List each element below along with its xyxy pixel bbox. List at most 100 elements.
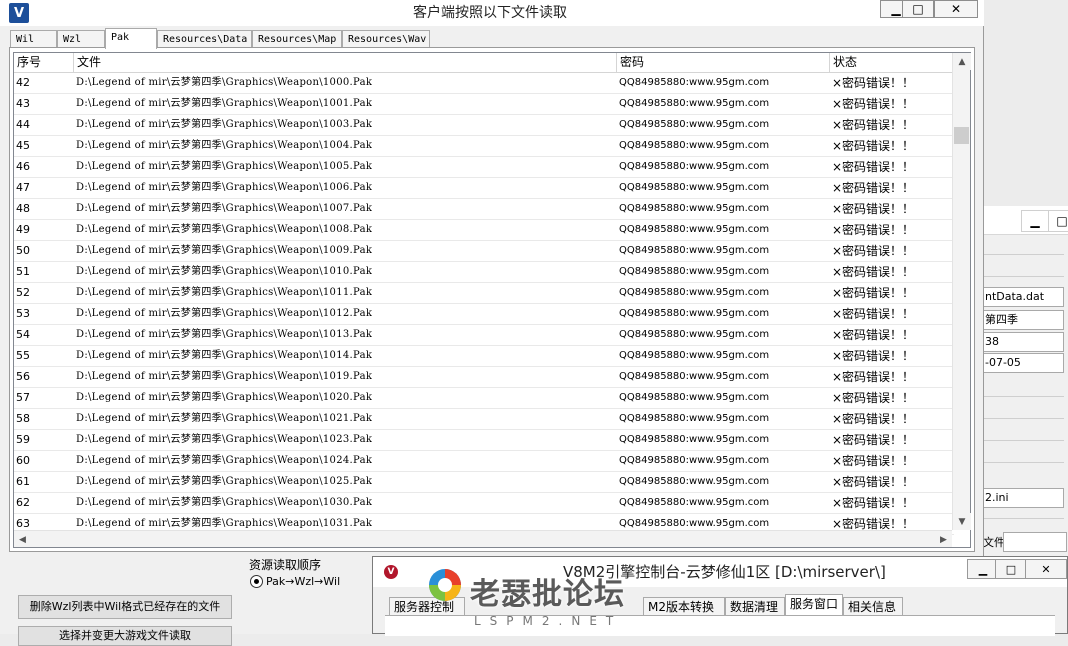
table-row[interactable]: 55 D:\Legend of mir\云梦第四季\Graphics\Weapon…	[14, 346, 954, 367]
table-row[interactable]: 59 D:\Legend of mir\云梦第四季\Graphics\Weapon…	[14, 430, 954, 451]
tab-resources-map[interactable]: Resources\Map	[252, 30, 342, 48]
title-bar: V 客户端按照以下文件读取 ▁ □ ✕	[0, 0, 984, 26]
row-file-path: D:\Legend of mir\云梦第四季\Graphics\Weapon\1…	[76, 182, 373, 193]
divider	[982, 254, 1064, 255]
table-row[interactable]: 58 D:\Legend of mir\云梦第四季\Graphics\Weapon…	[14, 409, 954, 430]
vertical-scrollbar[interactable]: ▲ ▼	[952, 53, 971, 530]
row-file-path: D:\Legend of mir\云梦第四季\Graphics\Weapon\1…	[76, 224, 373, 235]
background-window: ▁ □ ntData.dat 第四季 38 -07-05 2.ini 文件	[976, 206, 1068, 556]
tab-resources-wav[interactable]: Resources\Wav	[342, 30, 430, 48]
row-status: ×密码错误！！	[832, 139, 915, 153]
table-row[interactable]: 46 D:\Legend of mir\云梦第四季\Graphics\Weapon…	[14, 157, 954, 178]
row-index: 53	[16, 307, 30, 320]
background-maximize-button[interactable]: □	[1048, 210, 1068, 232]
row-password: QQ84985880:www.95gm.com	[619, 413, 770, 424]
row-status: ×密码错误！！	[832, 244, 915, 258]
row-file-path: D:\Legend of mir\云梦第四季\Graphics\Weapon\1…	[76, 497, 373, 508]
row-file-path: D:\Legend of mir\云梦第四季\Graphics\Weapon\1…	[76, 350, 373, 361]
table-row[interactable]: 45 D:\Legend of mir\云梦第四季\Graphics\Weapon…	[14, 136, 954, 157]
table-row[interactable]: 42 D:\Legend of mir\云梦第四季\Graphics\Weapon…	[14, 73, 954, 94]
row-file-path: D:\Legend of mir\云梦第四季\Graphics\Weapon\1…	[76, 98, 373, 109]
table-row[interactable]: 60 D:\Legend of mir\云梦第四季\Graphics\Weapon…	[14, 451, 954, 472]
column-header-index[interactable]: 序号	[14, 53, 74, 72]
background-file-label: 文件	[983, 536, 1005, 549]
row-password: QQ84985880:www.95gm.com	[619, 308, 770, 319]
background-field-file[interactable]: ntData.dat	[982, 287, 1064, 307]
background-field-ini[interactable]: 2.ini	[982, 488, 1064, 508]
row-file-path: D:\Legend of mir\云梦第四季\Graphics\Weapon\1…	[76, 266, 373, 277]
table-row[interactable]: 43 D:\Legend of mir\云梦第四季\Graphics\Weapon…	[14, 94, 954, 115]
table-row[interactable]: 52 D:\Legend of mir\云梦第四季\Graphics\Weapon…	[14, 283, 954, 304]
row-password: QQ84985880:www.95gm.com	[619, 161, 770, 172]
scroll-left-icon[interactable]: ◀	[14, 531, 31, 548]
row-file-path: D:\Legend of mir\云梦第四季\Graphics\Weapon\1…	[76, 455, 373, 466]
delete-existing-wil-button[interactable]: 删除Wzl列表中Wil格式已经存在的文件	[18, 595, 232, 619]
console-tab-service-window[interactable]: 服务窗口	[785, 594, 843, 616]
tab-wil[interactable]: Wil	[10, 30, 57, 48]
row-password: QQ84985880:www.95gm.com	[619, 497, 770, 508]
row-password: QQ84985880:www.95gm.com	[619, 98, 770, 109]
table-row[interactable]: 54 D:\Legend of mir\云梦第四季\Graphics\Weapon…	[14, 325, 954, 346]
row-password: QQ84985880:www.95gm.com	[619, 371, 770, 382]
row-index: 46	[16, 160, 30, 173]
scroll-thumb[interactable]	[954, 127, 969, 144]
close-button[interactable]: ✕	[934, 0, 978, 18]
table-row[interactable]: 56 D:\Legend of mir\云梦第四季\Graphics\Weapon…	[14, 367, 954, 388]
row-status: ×密码错误！！	[832, 118, 915, 132]
scroll-right-icon[interactable]: ▶	[935, 531, 952, 548]
watermark-subtext: LSPM2.NET	[474, 614, 623, 628]
console-close-button[interactable]: ✕	[1025, 559, 1067, 579]
table-row[interactable]: 48 D:\Legend of mir\云梦第四季\Graphics\Weapon…	[14, 199, 954, 220]
row-password: QQ84985880:www.95gm.com	[619, 182, 770, 193]
row-index: 42	[16, 76, 30, 89]
background-field-name[interactable]: 第四季	[982, 310, 1064, 330]
row-file-path: D:\Legend of mir\云梦第四季\Graphics\Weapon\1…	[76, 413, 373, 424]
resource-order-label: 资源读取顺序	[248, 556, 323, 573]
table-row[interactable]: 51 D:\Legend of mir\云梦第四季\Graphics\Weapon…	[14, 262, 954, 283]
table-row[interactable]: 47 D:\Legend of mir\云梦第四季\Graphics\Weapon…	[14, 178, 954, 199]
resource-order-option[interactable]: Pak→Wzl→Wil	[250, 575, 340, 588]
divider	[982, 418, 1064, 419]
row-status: ×密码错误！！	[832, 349, 915, 363]
console-app-icon: V	[384, 565, 398, 579]
maximize-button[interactable]: □	[902, 0, 934, 18]
scroll-up-icon[interactable]: ▲	[953, 53, 971, 70]
tab-pak[interactable]: Pak	[105, 28, 157, 49]
table-row[interactable]: 57 D:\Legend of mir\云梦第四季\Graphics\Weapon…	[14, 388, 954, 409]
row-index: 51	[16, 265, 30, 278]
scroll-down-icon[interactable]: ▼	[953, 513, 971, 530]
horizontal-scrollbar[interactable]: ◀ ▶	[14, 530, 952, 547]
console-maximize-button[interactable]: □	[995, 559, 1027, 579]
row-status: ×密码错误！！	[832, 76, 915, 90]
row-status: ×密码错误！！	[832, 454, 915, 468]
row-status: ×密码错误！！	[832, 97, 915, 111]
tab-wzl[interactable]: Wzl	[57, 30, 105, 48]
background-field-date[interactable]: -07-05	[982, 353, 1064, 373]
table-row[interactable]: 49 D:\Legend of mir\云梦第四季\Graphics\Weapon…	[14, 220, 954, 241]
row-status: ×密码错误！！	[832, 370, 915, 384]
column-header-file[interactable]: 文件	[74, 53, 617, 72]
background-minimize-button[interactable]: ▁	[1021, 210, 1049, 232]
table-row[interactable]: 61 D:\Legend of mir\云梦第四季\Graphics\Weapon…	[14, 472, 954, 493]
table-row[interactable]: 44 D:\Legend of mir\云梦第四季\Graphics\Weapon…	[14, 115, 954, 136]
table-row[interactable]: 53 D:\Legend of mir\云梦第四季\Graphics\Weapon…	[14, 304, 954, 325]
row-status: ×密码错误！！	[832, 181, 915, 195]
console-tab-info[interactable]: 相关信息	[843, 597, 903, 616]
file-list[interactable]: 序号 文件 密码 状态 42 D:\Legend of mir\云梦第四季\Gra…	[13, 52, 971, 548]
table-row[interactable]: 62 D:\Legend of mir\云梦第四季\Graphics\Weapon…	[14, 493, 954, 514]
tab-strip: Wil Wzl Pak Resources\Data Resources\Map…	[10, 28, 975, 49]
background-field-number[interactable]: 38	[982, 332, 1064, 352]
background-file-input[interactable]	[1003, 532, 1067, 552]
column-header-password[interactable]: 密码	[617, 53, 830, 72]
row-password: QQ84985880:www.95gm.com	[619, 203, 770, 214]
row-password: QQ84985880:www.95gm.com	[619, 77, 770, 88]
row-index: 49	[16, 223, 30, 236]
select-game-file-button[interactable]: 选择并变更大游戏文件读取	[18, 626, 232, 646]
radio-selected-icon[interactable]	[250, 575, 263, 588]
console-tab-data-cleanup[interactable]: 数据清理	[725, 597, 785, 616]
tab-resources-data[interactable]: Resources\Data	[157, 30, 252, 48]
row-file-path: D:\Legend of mir\云梦第四季\Graphics\Weapon\1…	[76, 77, 373, 88]
column-header-status[interactable]: 状态	[830, 53, 954, 72]
row-status: ×密码错误！！	[832, 391, 915, 405]
table-row[interactable]: 50 D:\Legend of mir\云梦第四季\Graphics\Weapon…	[14, 241, 954, 262]
